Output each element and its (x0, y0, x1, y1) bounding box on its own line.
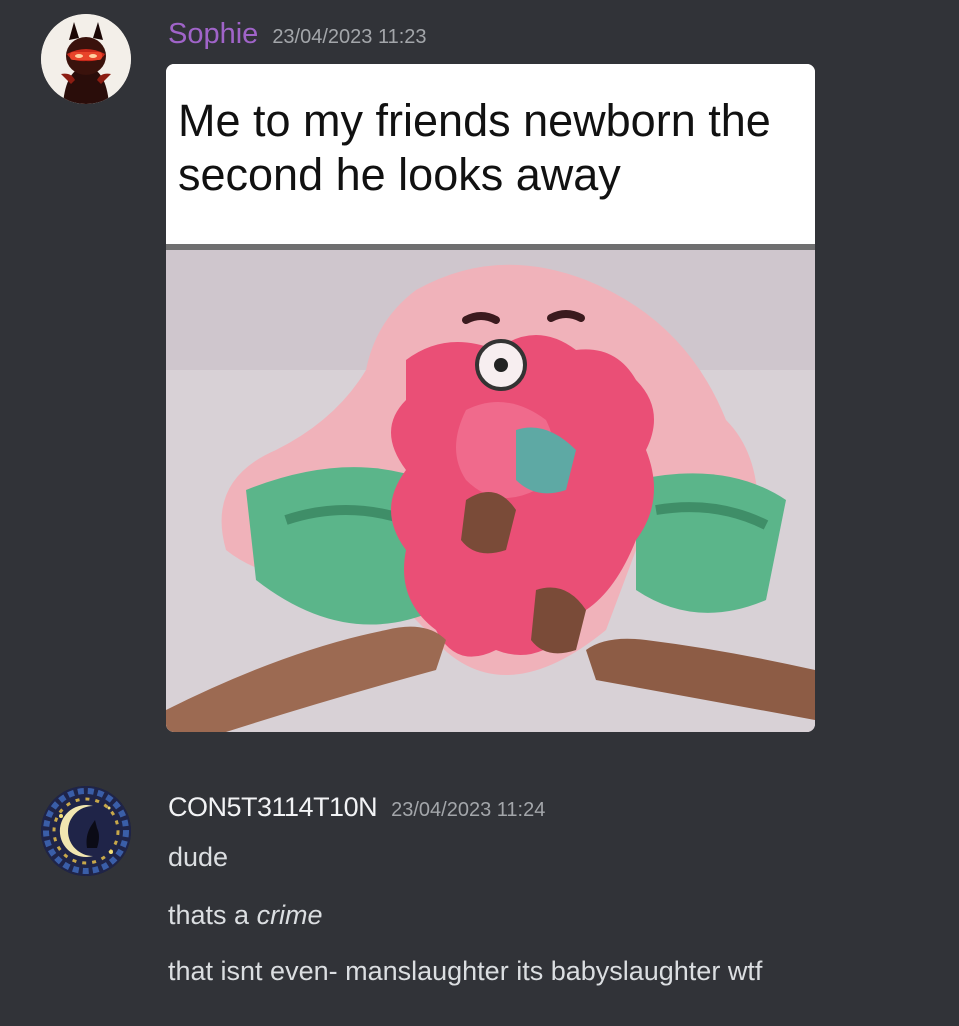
username[interactable]: Sophie (168, 18, 258, 51)
red-devil-avatar-icon[interactable] (41, 14, 131, 104)
message-const: CON5T3114T10N 23/04/2023 11:24 dude that… (0, 770, 959, 1026)
message-line: thats a crime (168, 900, 323, 931)
timestamp[interactable]: 23/04/2023 11:24 (391, 799, 545, 822)
message-header: Sophie 23/04/2023 11:23 (168, 18, 427, 51)
meme-caption: Me to my friends newborn the second he l… (178, 95, 771, 200)
timestamp[interactable]: 23/04/2023 11:23 (272, 26, 426, 49)
emphasis-text: crime (256, 900, 323, 930)
chat-channel: Sophie 23/04/2023 11:23 Me to my friends… (0, 0, 959, 1026)
message-line: that isnt even- manslaughter its babysla… (168, 956, 763, 986)
message-text: thats a (168, 900, 257, 930)
plush-starfish-photo (166, 250, 815, 732)
username[interactable]: CON5T3114T10N (168, 792, 378, 823)
meme-caption-box: Me to my friends newborn the second he l… (166, 64, 815, 246)
meme-image-attachment[interactable]: Me to my friends newborn the second he l… (166, 64, 815, 732)
message-line: dude (168, 842, 229, 872)
crescent-moon-cat-avatar-icon[interactable] (41, 786, 131, 876)
message-sophie: Sophie 23/04/2023 11:23 Me to my friends… (0, 0, 959, 760)
message-header: CON5T3114T10N 23/04/2023 11:24 (168, 792, 545, 823)
